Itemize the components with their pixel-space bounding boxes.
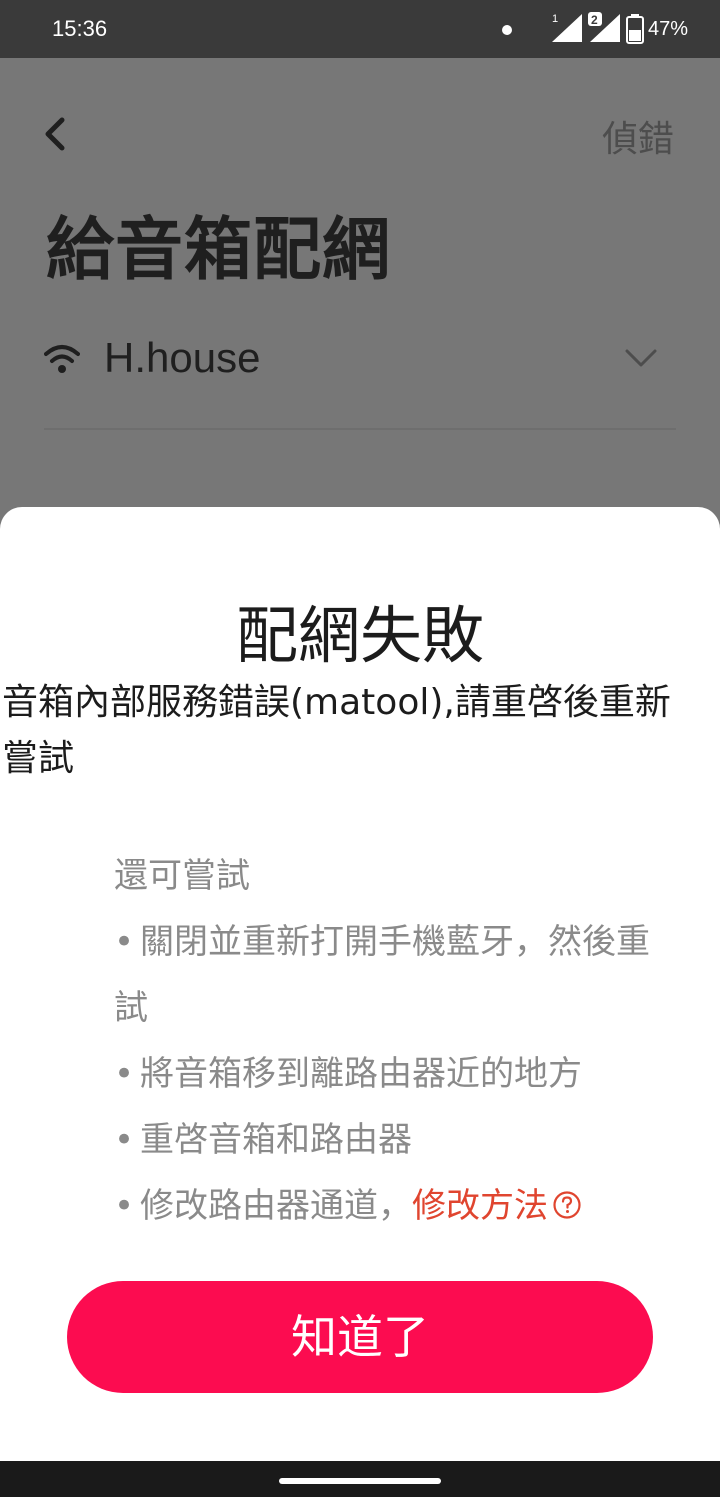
- dialog-title: 配網失敗: [235, 599, 484, 672]
- tip-item: • 重啓音箱和路由器: [114, 1107, 720, 1173]
- tip-bullet: •: [114, 922, 135, 962]
- tip-text: 重啓音箱和路由器: [140, 1120, 412, 1160]
- tips-list: 還可嘗試 • 關閉並重新打開手機藍牙，然後重 試 • 將音箱移到離路由器近的地方 •…: [114, 843, 720, 1239]
- debug-button[interactable]: 偵錯: [602, 110, 674, 162]
- tip-text: 修改路由器通道，: [140, 1186, 412, 1226]
- status-time: 15:36: [52, 16, 108, 41]
- back-arrow-icon[interactable]: [40, 114, 68, 154]
- pairing-failed-dialog: 配網失敗 音箱內部服務錯誤(matool),請重啓後重新嘗試 還可嘗試 • 關閉並…: [0, 507, 720, 1461]
- tip-text-continued: 試: [114, 988, 148, 1028]
- fix-method-link[interactable]: 修改方法: [412, 1186, 548, 1226]
- signal-sim1-icon: 1: [552, 13, 582, 42]
- signal-sim2-icon: 2: [588, 12, 620, 42]
- tip-item: • 關閉並重新打開手機藍牙，然後重: [114, 909, 720, 975]
- battery-icon: [626, 14, 644, 44]
- tip-bullet: •: [114, 1186, 135, 1226]
- tip-item: • 修改路由器通道，修改方法: [114, 1173, 720, 1239]
- help-circle-icon[interactable]: [552, 1190, 582, 1220]
- wifi-icon: [44, 345, 80, 373]
- wifi-selector[interactable]: H.house: [44, 328, 676, 430]
- wifi-name: H.house: [104, 334, 261, 381]
- tip-bullet: •: [114, 1120, 135, 1160]
- chevron-down-icon: [625, 349, 657, 367]
- dialog-message: 音箱內部服務錯誤(matool),請重啓後重新嘗試: [2, 682, 671, 779]
- tips-heading: 還可嘗試: [114, 856, 250, 896]
- sim1-label: 1: [552, 13, 558, 25]
- got-it-button[interactable]: 知道了: [67, 1281, 653, 1393]
- sim2-label: 2: [591, 13, 598, 27]
- home-gesture-handle[interactable]: [279, 1478, 441, 1484]
- tip-bullet: •: [114, 1054, 135, 1094]
- status-bar: 15:36 1 2 47%: [0, 0, 720, 58]
- notification-dot-icon: [502, 25, 512, 35]
- page-title: 給音箱配網: [46, 211, 392, 290]
- tip-text: 關閉並重新打開手機藍牙，然後重: [140, 922, 650, 962]
- battery-percent: 47%: [648, 18, 689, 40]
- tip-text: 將音箱移到離路由器近的地方: [140, 1054, 582, 1094]
- navigation-bar: [0, 1461, 720, 1497]
- tip-item: • 將音箱移到離路由器近的地方: [114, 1041, 720, 1107]
